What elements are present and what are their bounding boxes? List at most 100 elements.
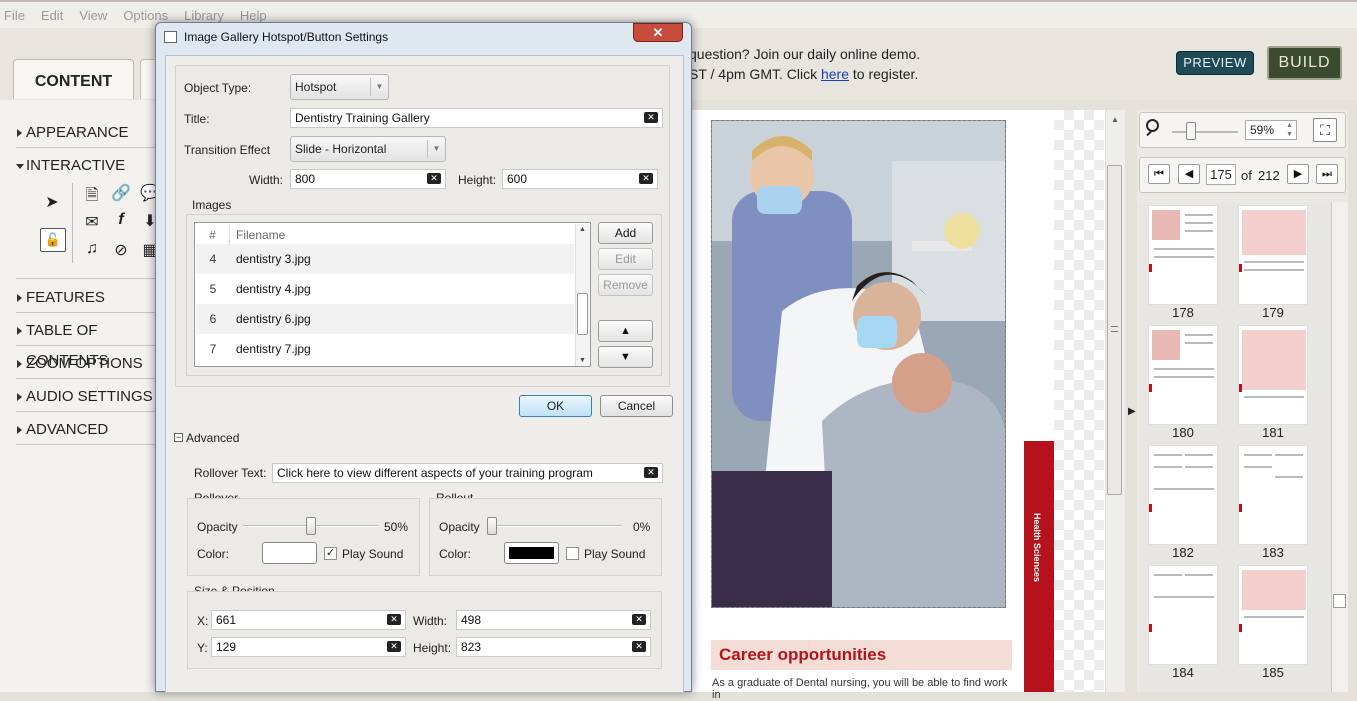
section-appearance[interactable]: APPEARANCE [16,118,170,148]
height-input[interactable]: 600 ✕ [502,169,658,189]
clear-icon[interactable]: ✕ [427,173,441,184]
clear-icon[interactable]: ✕ [639,173,653,184]
thumbnail-page[interactable] [1238,445,1308,545]
thumbnail-page[interactable] [1148,205,1218,305]
scroll-up-icon[interactable]: ▲ [579,226,586,233]
thumbnail-page[interactable] [1238,205,1308,305]
clear-icon[interactable]: ✕ [644,467,658,478]
section-zoom-options[interactable]: ZOOM OPTIONS [16,349,170,379]
scroll-down-icon[interactable]: ▼ [579,357,586,364]
clear-icon[interactable]: ✕ [632,641,646,652]
build-button[interactable]: BUILD [1267,46,1342,80]
email-icon[interactable]: ✉ [82,212,102,232]
move-up-button[interactable]: ▲ [598,320,653,342]
column-number[interactable]: # [196,224,230,246]
column-filename[interactable]: Filename [236,224,285,246]
clear-icon[interactable]: ✕ [644,112,658,123]
size-height-input[interactable]: 823 ✕ [456,637,651,657]
rollout-color-swatch[interactable] [504,542,559,564]
clear-icon[interactable]: ✕ [387,641,401,652]
prev-page-button[interactable]: ◀ [1178,164,1200,184]
zoom-slider[interactable] [1186,122,1196,140]
thumbnail-page[interactable] [1238,325,1308,425]
notice-line1: question? Join our daily online demo. [689,46,921,62]
menu-help[interactable]: Help [236,2,271,23]
flash-icon[interactable]: f [111,211,131,229]
list-item[interactable]: 4 dentistry 3.jpg [196,244,574,274]
last-page-button[interactable]: ⏭ [1316,164,1338,184]
y-input[interactable]: 129 ✕ [211,637,406,657]
close-button[interactable]: ✕ [633,23,683,42]
thumbnail-scroll-thumb[interactable] [1333,594,1346,608]
section-interactive[interactable]: INTERACTIVE [16,151,170,181]
gallery-hotspot-photo[interactable] [711,120,1006,608]
size-width-input[interactable]: 498 ✕ [456,610,651,630]
page-number-input[interactable]: 175 [1206,164,1236,185]
section-audio-settings[interactable]: AUDIO SETTINGS [16,382,170,412]
rollout-opacity-track[interactable] [487,525,622,527]
section-table-of-contents[interactable]: TABLE OF CONTENTS [16,316,170,369]
clear-icon[interactable]: ✕ [387,614,401,625]
tab-content[interactable]: CONTENT [13,59,134,99]
list-item[interactable]: 7 dentistry 7.jpg [196,334,574,364]
thumbnail-page[interactable] [1148,445,1218,545]
rollover-opacity-value: 50% [384,520,409,534]
remove-button[interactable]: Remove [598,274,653,296]
title-input[interactable]: Dentistry Training Gallery ✕ [290,108,663,128]
list-item[interactable]: 5 dentistry 4.jpg [196,274,574,304]
menu-edit[interactable]: Edit [37,2,67,23]
width-label: Width: [249,173,284,187]
width-input[interactable]: 800 ✕ [290,169,446,189]
row-filename: dentistry 7.jpg [236,342,311,356]
rollover-color-swatch[interactable] [262,542,317,564]
add-button[interactable]: Add [598,222,653,244]
section-features[interactable]: FEATURES [16,283,170,313]
thumbnail-page[interactable] [1148,325,1218,425]
link-icon[interactable]: 🔗 [111,183,131,203]
menu-options[interactable]: Options [119,2,172,23]
compass-icon[interactable]: ⊘ [111,240,131,260]
zoom-track[interactable] [1172,131,1238,133]
clear-icon[interactable]: ✕ [632,614,646,625]
next-page-button[interactable]: ▶ [1287,164,1309,184]
edit-button[interactable]: Edit [598,248,653,270]
menu-file[interactable]: File [0,2,29,23]
rollover-text-input[interactable]: Click here to view different aspects of … [272,463,663,483]
section-advanced[interactable]: ADVANCED [16,415,170,445]
menu-view[interactable]: View [75,2,111,23]
images-list[interactable]: # Filename 4 dentistry 3.jpg 5 dentistry 4… [194,222,591,367]
rollover-opacity-slider[interactable] [305,517,316,535]
zoom-spinner-icon[interactable]: ▲ ▼ [1286,121,1293,139]
rollout-opacity-slider[interactable] [487,517,497,535]
first-page-button[interactable]: ⏮ [1148,164,1170,184]
scroll-up-icon[interactable]: ▲ [1111,115,1119,124]
music-icon[interactable]: ♫ [82,240,102,258]
rollout-play-sound-label: Play Sound [584,547,646,561]
move-down-button[interactable]: ▼ [598,346,653,368]
panel-toggle-icon[interactable]: ▶ [1128,406,1136,417]
menu-library[interactable]: Library [180,2,228,23]
preview-button[interactable]: PREVIEW [1176,51,1254,75]
x-input[interactable]: 661 ✕ [211,610,406,630]
transition-select[interactable]: Slide - Horizontal ▼ [290,136,446,162]
color-fill [267,547,312,559]
object-type-select[interactable]: Hotspot ▼ [290,74,389,100]
thumbnail-page[interactable] [1148,565,1218,665]
thumbnail-label: 183 [1262,545,1284,560]
list-item[interactable]: 6 dentistry 6.jpg [196,304,574,334]
ok-button[interactable]: OK [519,395,592,417]
pointer-icon[interactable]: ➤ [42,192,62,212]
thumbnail-page[interactable] [1238,565,1308,665]
thumbnail-scrollbar[interactable] [1331,202,1348,692]
page-icon[interactable]: 🗎 [82,184,102,211]
collapse-icon[interactable]: − [174,433,183,442]
viewer-scroll-thumb[interactable] [1107,165,1122,495]
list-scroll-thumb[interactable] [577,293,588,335]
register-link[interactable]: here [821,66,849,82]
fit-screen-icon[interactable]: ⛶ [1313,118,1337,142]
row-filename: dentistry 3.jpg [236,252,311,266]
rollout-play-sound-checkbox[interactable] [566,547,579,560]
lock-icon[interactable]: 🔓 [40,228,66,252]
rollover-play-sound-checkbox[interactable]: ✓ [324,547,337,560]
cancel-button[interactable]: Cancel [600,395,673,417]
